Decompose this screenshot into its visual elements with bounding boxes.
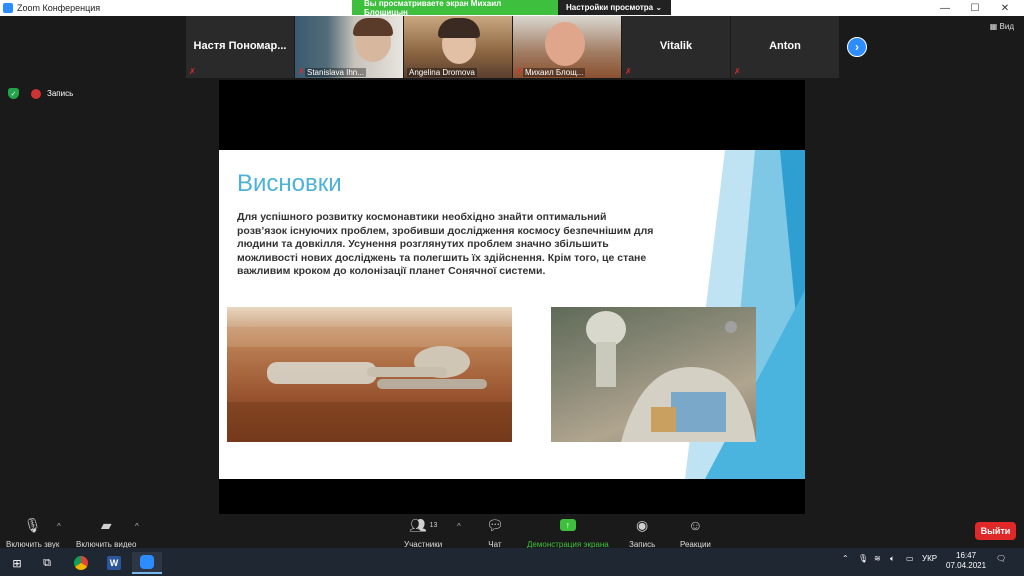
muted-microphone-icon: 🎙︎ [23, 516, 42, 533]
participant-tile[interactable]: Angelina Dromova [404, 16, 512, 78]
participant-video-headphones [438, 18, 480, 38]
participant-name: Angelina Dromova [407, 68, 477, 77]
battery-icon[interactable]: ▭ [906, 554, 914, 563]
chrome-icon[interactable] [66, 552, 96, 574]
minimize-button[interactable]: — [930, 0, 960, 16]
participant-video-face [545, 22, 585, 66]
close-window-button[interactable]: ✕ [990, 0, 1020, 16]
participant-tile[interactable]: Stanislava Ihn... ✗ [295, 16, 403, 78]
participants-button[interactable]: 👥︎ 13 Участники [404, 516, 442, 550]
zoom-app-icon [3, 3, 13, 13]
viewing-share-message: Вы просматриваете экран Михаил Блощицын [352, 0, 558, 17]
reaction-smiley-icon: ☺︎ [688, 517, 703, 533]
microphone-tray-icon[interactable]: 🎙︎ [858, 554, 868, 563]
shared-screen: Висновки Для успішного розвитку космонав… [219, 80, 805, 514]
task-view-icon[interactable]: ⧉ [32, 552, 62, 574]
unmute-button[interactable]: 🎙︎ Включить звук [6, 516, 59, 550]
slide-body-text: Для успішного розвитку космонавтики необ… [237, 211, 654, 277]
view-button-label: Вид [999, 22, 1014, 31]
grid-view-icon: ▦ [989, 22, 998, 31]
muted-mic-icon: ✗ [516, 67, 523, 76]
view-options-button[interactable]: Настройки просмотра ⌄ [558, 0, 671, 15]
lunar-base-image [551, 307, 756, 442]
network-icon[interactable]: ≋ [874, 554, 881, 563]
clock[interactable]: 16:47 07.04.2021 [946, 551, 986, 571]
word-icon[interactable]: W [99, 552, 129, 574]
muted-mic-icon: ✗ [625, 67, 632, 76]
record-icon: ◉ [636, 516, 649, 533]
notifications-icon[interactable]: 🗨︎ [996, 554, 1006, 563]
participants-count: 13 [429, 521, 438, 529]
participant-name: Vitalik [659, 40, 693, 52]
meeting-status: ✓ Запись [8, 88, 73, 99]
participant-name: Михаил Блощ... [523, 68, 586, 77]
input-language[interactable]: УКР [922, 554, 937, 563]
participants-icon: 👥︎ 13 [408, 516, 438, 533]
muted-mic-icon: ✗ [734, 67, 741, 76]
video-off-icon: ▰ [100, 516, 112, 533]
muted-mic-icon: ✗ [298, 67, 305, 76]
zoom-taskbar-icon[interactable] [132, 552, 162, 574]
participant-tile[interactable]: Vitalik ✗ [622, 16, 730, 78]
windows-start-icon[interactable]: ⊞ [2, 552, 32, 574]
participant-name: Stanislava Ihn... [305, 68, 366, 77]
participant-gallery: Настя Пономар... ✗ Stanislava Ihn... ✗ A… [186, 16, 839, 78]
audio-options-caret[interactable]: ^ [57, 522, 61, 531]
chat-button[interactable]: 💬︎ Чат [486, 516, 504, 550]
participant-tile[interactable]: Михаил Блощ... ✗ [513, 16, 621, 78]
participant-video-hair [353, 18, 393, 36]
meeting-toolbar: 🎙︎ Включить звук ^ ▰ Включить видео ^ 👥︎… [0, 514, 1024, 550]
maximize-button[interactable]: ☐ [960, 0, 990, 16]
tray-chevron-icon[interactable]: ⌃ [842, 554, 849, 563]
clock-date: 07.04.2021 [946, 561, 987, 570]
participants-options-caret[interactable]: ^ [457, 522, 461, 531]
chat-icon: 💬︎ [486, 516, 504, 533]
record-button[interactable]: ◉ Запись [629, 516, 655, 550]
speaker-icon[interactable]: 🔈︎ [890, 554, 895, 564]
participant-tile[interactable]: Anton ✗ [731, 16, 839, 78]
participant-tile[interactable]: Настя Пономар... ✗ [186, 16, 294, 78]
windows-taskbar: ⊞ ⧉ W ⌃ 🎙︎ ≋ 🔈︎ ▭ УКР 16:47 07.04.2021 🗨… [0, 548, 1024, 576]
security-shield-icon[interactable]: ✓ [8, 88, 19, 99]
muted-mic-icon: ✗ [189, 67, 196, 76]
recording-indicator-icon [31, 88, 41, 99]
recording-label: Запись [47, 89, 74, 98]
reactions-button[interactable]: ☺︎ Реакции [680, 516, 711, 549]
window-title: Zoom Конференция [17, 3, 101, 13]
start-video-button[interactable]: ▰ Включить видео [76, 516, 136, 550]
share-banner: Вы просматриваете экран Михаил Блощицын … [352, 0, 671, 17]
share-screen-icon: ↑ [559, 516, 576, 534]
video-options-caret[interactable]: ^ [135, 522, 139, 531]
slide-title: Висновки [237, 170, 342, 197]
participant-name: Настя Пономар... [193, 40, 287, 52]
mars-colony-image [227, 307, 512, 442]
share-screen-button[interactable]: ↑ Демонстрация экрана [527, 516, 609, 549]
view-button[interactable]: ▦ Вид [990, 22, 1014, 31]
clock-time: 16:47 [956, 551, 977, 560]
gallery-next-button[interactable]: › [847, 37, 867, 57]
leave-meeting-button[interactable]: Выйти [975, 522, 1016, 540]
presentation-slide: Висновки Для успішного розвитку космонав… [219, 150, 805, 479]
participant-name: Anton [769, 40, 801, 52]
